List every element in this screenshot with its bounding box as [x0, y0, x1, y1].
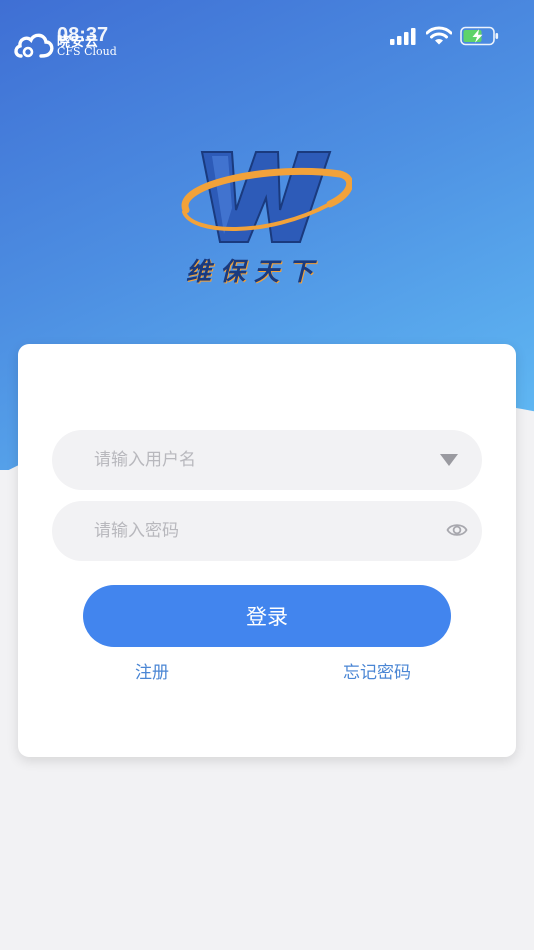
eye-icon[interactable]	[446, 520, 468, 540]
status-time: 08:37	[57, 24, 109, 46]
login-button[interactable]: 登录	[83, 585, 451, 647]
signal-icon	[390, 28, 416, 45]
status-bar: 晓安云 08:37 CFS Cloud	[0, 0, 534, 60]
forgot-password-link[interactable]: 忘记密码	[343, 658, 411, 683]
logo-text: 维保天下	[186, 257, 323, 286]
password-field[interactable]	[52, 501, 482, 561]
dropdown-arrow-icon[interactable]	[440, 454, 458, 467]
brand-subtitle: CFS Cloud	[57, 45, 117, 58]
register-link[interactable]: 注册	[135, 658, 169, 683]
battery-charging-icon	[460, 26, 499, 46]
app-logo	[181, 151, 352, 243]
password-input[interactable]	[52, 501, 482, 561]
login-card: 登录 注册 忘记密码	[18, 344, 516, 757]
cloud-icon	[14, 33, 54, 58]
username-input[interactable]	[52, 430, 482, 490]
username-field[interactable]	[52, 430, 482, 490]
wifi-icon	[426, 26, 452, 45]
